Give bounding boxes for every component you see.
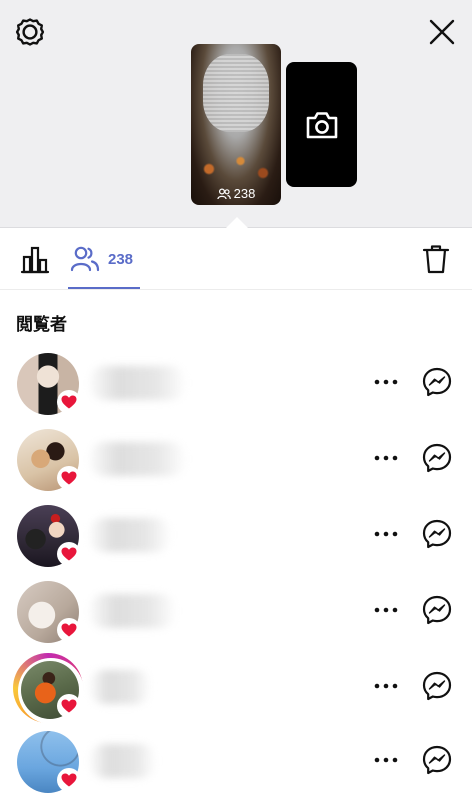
messenger-icon[interactable] [421,744,453,776]
avatar[interactable] [16,730,81,794]
more-options-icon[interactable] [372,524,400,544]
messenger-icon[interactable] [421,442,453,474]
tab-viewers[interactable]: 238 [70,243,133,275]
avatar[interactable] [16,428,81,492]
username-blurred [90,366,185,400]
story-viewer-count: 238 [191,186,281,201]
gear-icon[interactable] [14,16,46,48]
viewer-row[interactable] [0,352,472,428]
viewer-row[interactable] [0,428,472,504]
close-icon[interactable] [426,16,458,48]
story-thumbnail[interactable]: 238 [191,44,281,205]
like-badge [57,694,81,718]
viewers-section-title: 閲覧者 [16,315,67,334]
story-background-lights [191,145,281,185]
more-options-icon[interactable] [372,676,400,696]
messenger-icon[interactable] [421,518,453,550]
viewer-row[interactable] [0,580,472,656]
people-icon [216,187,231,199]
messenger-icon[interactable] [421,366,453,398]
heart-icon [61,471,77,485]
username-blurred [90,442,185,476]
viewer-row[interactable] [0,730,472,800]
heart-icon [61,547,77,561]
avatar[interactable] [16,580,81,644]
story-preview-area: 238 [0,0,472,228]
username-blurred [90,518,170,552]
like-badge [57,618,81,642]
like-badge [57,542,81,566]
more-options-icon[interactable] [372,448,400,468]
people-icon [70,246,100,272]
viewer-row[interactable] [0,653,472,732]
messenger-icon[interactable] [421,594,453,626]
more-options-icon[interactable] [372,750,400,770]
blurred-face [203,54,269,132]
heart-icon [61,773,77,787]
heart-icon [61,699,77,713]
camera-icon [306,111,337,138]
selected-story-pointer [226,217,248,228]
username-blurred [90,744,155,778]
tab-bar: 238 [0,229,472,290]
add-story-button[interactable] [286,62,357,187]
more-options-icon[interactable] [372,600,400,620]
heart-icon [61,395,77,409]
viewers-count-label: 238 [108,250,134,268]
active-tab-indicator [68,287,140,289]
messenger-icon[interactable] [421,670,453,702]
like-badge [57,466,81,490]
avatar-with-story-ring[interactable] [13,653,84,724]
username-blurred [90,594,175,628]
avatar[interactable] [16,352,81,416]
heart-icon [61,623,77,637]
trash-icon[interactable] [421,243,451,275]
more-options-icon[interactable] [372,372,400,392]
viewer-row[interactable] [0,504,472,580]
story-viewer-count-value: 238 [233,186,256,201]
avatar[interactable] [16,504,81,568]
bar-chart-icon[interactable] [20,243,50,275]
username-blurred [90,670,150,704]
like-badge [57,768,81,792]
like-badge [57,390,81,414]
